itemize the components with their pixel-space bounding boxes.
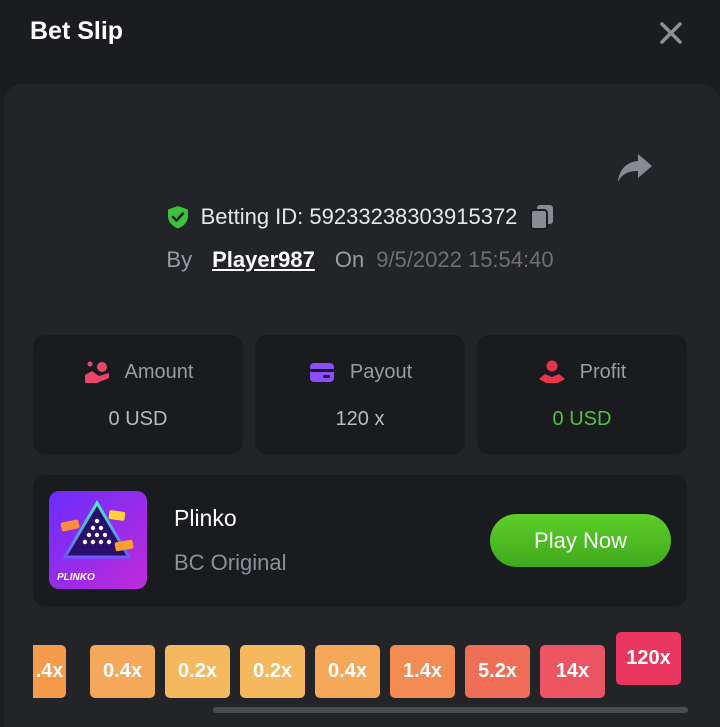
multiplier-chip[interactable]: 0.4x <box>90 645 155 698</box>
multiplier-label: 0.4x <box>328 660 367 682</box>
game-name: Plinko <box>174 505 237 531</box>
copy-icon[interactable] <box>529 203 555 231</box>
profit-label: Profit <box>579 360 627 383</box>
wallet-icon <box>309 363 334 382</box>
thumbnail-label: PLINKO <box>57 572 95 583</box>
by-label: By <box>166 247 193 272</box>
horizontal-scrollbar[interactable] <box>213 707 688 713</box>
amount-card: Amount 0 USD <box>33 335 243 454</box>
coins-hand-icon <box>84 361 109 383</box>
multiplier-chip[interactable]: 0.2x <box>165 645 230 698</box>
multiplier-chip[interactable]: .4x <box>33 645 66 698</box>
player-link[interactable]: Player987 <box>212 247 315 273</box>
betting-id: Betting ID: 59233238303915372 <box>200 204 518 229</box>
multiplier-label: 0.2x <box>253 660 292 682</box>
on-label: On <box>334 247 365 272</box>
multiplier-chip[interactable]: 0.4x <box>315 645 380 698</box>
payout-label: Payout <box>349 360 413 383</box>
close-icon[interactable] <box>656 18 686 48</box>
multiplier-chip[interactable]: 0.2x <box>240 645 305 698</box>
multiplier-label: 5.2x <box>478 660 517 682</box>
multiplier-chip-active[interactable]: 120x <box>616 632 681 685</box>
multiplier-label: 0.4x <box>103 660 142 682</box>
multiplier-label: 1.4x <box>403 660 442 682</box>
plinko-thumbnail-art: PLINKO <box>49 491 147 589</box>
game-provider: BC Original <box>174 550 287 575</box>
multiplier-chip[interactable]: 14x <box>540 645 605 698</box>
multiplier-strip[interactable]: .4x 0.4x 0.2x 0.2x 0.4x 1.4x 5.2x 14x 12… <box>33 632 688 702</box>
bet-date: 9/5/2022 15:54:40 <box>376 247 554 272</box>
bet-author-row: By Player987 On 9/5/2022 15:54:40 <box>0 244 720 276</box>
game-thumbnail[interactable]: PLINKO <box>49 491 147 589</box>
profit-card: Profit 0 USD <box>477 335 687 454</box>
amount-value: 0 USD <box>108 408 168 430</box>
multiplier-label: 0.2x <box>178 660 217 682</box>
payout-value: 120 x <box>335 408 385 430</box>
page-title: Bet Slip <box>30 17 124 45</box>
profit-value: 0 USD <box>552 408 612 430</box>
multiplier-chip[interactable]: 5.2x <box>465 645 530 698</box>
multiplier-chip[interactable]: 1.4x <box>390 645 455 698</box>
multiplier-label: 120x <box>626 647 671 669</box>
multiplier-label: 14x <box>555 660 590 682</box>
multiplier-label: .4x <box>35 660 64 682</box>
play-now-button[interactable]: Play Now <box>490 514 671 567</box>
profit-hand-icon <box>538 360 565 383</box>
share-icon[interactable] <box>616 150 654 186</box>
shield-check-icon <box>167 206 188 229</box>
game-card: PLINKO Plinko BC Original Play Now <box>33 475 687 606</box>
header: Bet Slip <box>0 0 720 66</box>
betting-id-row: Betting ID: 59233238303915372 <box>0 200 720 234</box>
payout-card: Payout 120 x <box>255 335 465 454</box>
amount-label: Amount <box>124 360 194 383</box>
